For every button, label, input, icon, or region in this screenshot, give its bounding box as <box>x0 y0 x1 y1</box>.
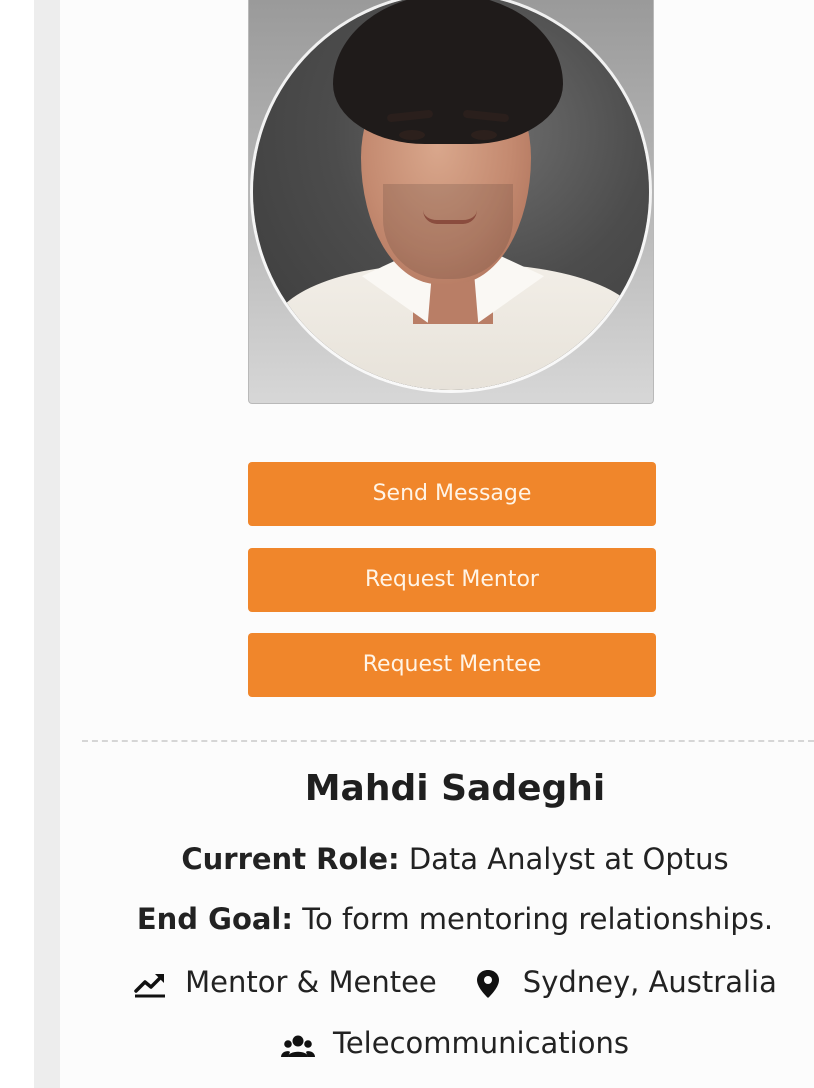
current-role-value: Data Analyst at Optus <box>408 842 729 876</box>
avatar <box>253 0 649 390</box>
avatar-eye-left <box>399 130 425 140</box>
avatar-eye-right <box>471 130 497 140</box>
industry: Telecommunications <box>281 1026 629 1060</box>
group-icon <box>281 1035 316 1057</box>
industry-text: Telecommunications <box>333 1026 629 1060</box>
location: Sydney, Australia <box>471 965 777 999</box>
mentoring-type: Mentor & Mentee <box>133 965 437 999</box>
profile-name: Mahdi Sadeghi <box>304 768 606 809</box>
mentoring-type-text: Mentor & Mentee <box>185 965 437 999</box>
section-divider <box>82 740 814 742</box>
industry-row: Telecommunications <box>60 1024 814 1060</box>
page-margin <box>0 0 34 1088</box>
avatar-hair <box>333 0 563 144</box>
end-goal-value: To form mentoring relationships. <box>302 902 774 936</box>
trending-up-icon <box>134 974 166 998</box>
send-message-button[interactable]: Send Message <box>248 462 656 526</box>
location-text: Sydney, Australia <box>522 965 777 999</box>
sidebar-rule <box>34 0 60 1088</box>
end-goal-label: End Goal: <box>136 902 293 936</box>
current-role-row: Current Role: Data Analyst at Optus <box>60 842 814 876</box>
map-pin-icon <box>476 970 499 998</box>
avatar-mouth <box>423 210 477 224</box>
request-mentee-button[interactable]: Request Mentee <box>248 633 656 697</box>
end-goal-row: End Goal: To form mentoring relationship… <box>60 902 814 936</box>
profile-meta-row: Mentor & Mentee Sydney, Australia <box>60 963 814 999</box>
current-role-label: Current Role: <box>181 842 400 876</box>
request-mentor-button[interactable]: Request Mentor <box>248 548 656 612</box>
profile-photo <box>248 0 654 404</box>
